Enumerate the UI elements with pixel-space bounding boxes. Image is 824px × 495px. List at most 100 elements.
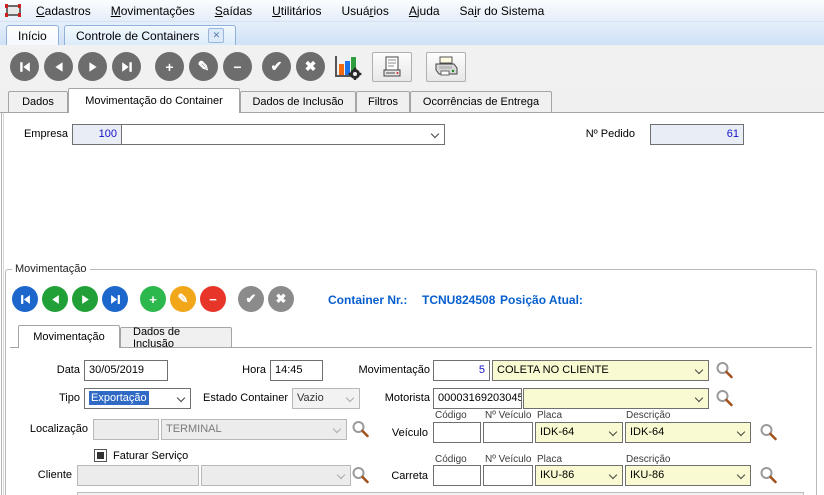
mov-cancel-button[interactable]: ✖ (268, 286, 294, 312)
menu-ajuda[interactable]: Ajuda (399, 2, 450, 20)
tipo-combobox[interactable]: Exportação (84, 388, 191, 409)
first-record-icon (20, 294, 31, 305)
minus-icon: − (209, 292, 217, 307)
menu-utilitarios[interactable]: Utilitários (262, 2, 331, 20)
menu-saidas[interactable]: Saídas (205, 2, 262, 20)
veiculo-search-icon[interactable] (758, 422, 778, 442)
chevron-down-icon[interactable] (695, 394, 703, 402)
cliente-code-field[interactable] (77, 465, 199, 486)
faturar-servico-checkbox[interactable] (94, 449, 107, 462)
close-icon[interactable]: ✕ (208, 28, 224, 43)
tab-inner-movimentacao[interactable]: Movimentação (18, 325, 120, 348)
pedido-field[interactable]: 61 (650, 124, 744, 145)
carreta-col-nveiculo-label: Nº Veículo (485, 454, 531, 465)
mov-delete-button[interactable]: − (200, 286, 226, 312)
tab-dados[interactable]: Dados (8, 91, 68, 112)
chevron-down-icon[interactable] (737, 471, 745, 479)
movimentacao-code-field[interactable]: 5 (433, 360, 490, 381)
groupbox-title: Movimentação (12, 263, 90, 275)
movimentacao-search-icon[interactable] (714, 360, 734, 380)
delete-button[interactable]: − (223, 52, 252, 81)
veiculo-codigo-field[interactable] (433, 422, 481, 443)
mov-next-button[interactable] (72, 286, 98, 312)
last-record-icon (110, 294, 121, 305)
posicao-atual-label: Posição Atual: (500, 293, 583, 307)
tab-dados-de-inclusao[interactable]: Dados de Inclusão (240, 91, 356, 112)
chevron-down-icon[interactable] (695, 366, 703, 374)
bar-chart-gear-icon (332, 54, 362, 80)
carreta-label: Carreta (358, 466, 428, 486)
carreta-descricao-combobox[interactable]: IKU-86 (625, 465, 751, 486)
carreta-nveiculo-field[interactable] (483, 465, 533, 486)
data-label: Data (26, 360, 80, 380)
cliente-combobox[interactable] (201, 465, 351, 486)
veiculo-placa-combobox[interactable]: IDK-64 (535, 422, 623, 443)
motorista-label: Motorista (346, 388, 430, 408)
hora-label: Hora (206, 360, 266, 380)
chevron-down-icon[interactable] (737, 428, 745, 436)
menu-movimentacoes[interactable]: Movimentações (101, 2, 205, 20)
veiculo-col-codigo-label: Código (435, 410, 467, 421)
tab-movimentacao-do-container[interactable]: Movimentação do Container (68, 88, 240, 113)
chart-button[interactable] (328, 53, 366, 81)
next-record-button[interactable] (78, 52, 107, 81)
motorista-combobox[interactable] (523, 388, 709, 409)
localizacao-combobox[interactable]: TERMINAL (161, 419, 347, 440)
chevron-down-icon[interactable] (431, 130, 439, 138)
mov-first-button[interactable] (12, 286, 38, 312)
mov-add-button[interactable]: + (140, 286, 166, 312)
chevron-down-icon[interactable] (609, 428, 617, 436)
carreta-col-descricao-label: Descrição (626, 454, 670, 465)
print-preview-button[interactable] (372, 52, 412, 82)
hora-field[interactable]: 14:45 (270, 360, 323, 381)
menu-sair-do-sistema[interactable]: Sair do Sistema (450, 2, 555, 20)
tab-inicio[interactable]: Início (6, 25, 59, 45)
main-tabs: Dados Movimentação do Container Dados de… (2, 88, 824, 112)
first-record-button[interactable] (10, 52, 39, 81)
add-button[interactable]: + (155, 52, 184, 81)
pencil-icon: ✎ (178, 291, 189, 307)
menu-cadastros[interactable]: Cadastros (26, 2, 101, 20)
prev-record-icon (53, 61, 65, 73)
motorista-search-icon[interactable] (714, 388, 734, 408)
x-icon: ✖ (276, 291, 287, 307)
container-movement-panel: Empresa 100 Nº Pedido 61 Movimentação + … (0, 112, 824, 495)
tab-ocorrencias-de-entrega[interactable]: Ocorrências de Entrega (410, 91, 552, 112)
movimentacao-groupbox: Movimentação + ✎ − ✔ ✖ Container Nr.: TC… (5, 263, 817, 495)
movimentacao-combobox[interactable]: COLETA NO CLIENTE (492, 360, 709, 381)
carreta-col-placa-label: Placa (537, 454, 562, 465)
carreta-placa-combobox[interactable]: IKU-86 (535, 465, 623, 486)
veiculo-descricao-combobox[interactable]: IDK-64 (625, 422, 751, 443)
estado-container-label: Estado Container (195, 388, 288, 408)
empresa-code-field[interactable]: 100 (72, 124, 122, 145)
tab-filtros[interactable]: Filtros (356, 91, 410, 112)
data-field[interactable]: 30/05/2019 (84, 360, 168, 381)
chevron-down-icon (337, 471, 345, 479)
edit-button[interactable]: ✎ (189, 52, 218, 81)
confirm-button[interactable]: ✔ (262, 52, 291, 81)
mov-prev-button[interactable] (42, 286, 68, 312)
menu-usuarios[interactable]: Usuários (331, 2, 398, 20)
mov-edit-button[interactable]: ✎ (170, 286, 196, 312)
motorista-code-field[interactable]: 00003169203045 (433, 388, 522, 409)
last-record-icon (121, 61, 133, 73)
checkbox-fill (97, 452, 104, 459)
prev-record-button[interactable] (44, 52, 73, 81)
carreta-search-icon[interactable] (758, 465, 778, 485)
empresa-combobox[interactable] (121, 124, 445, 145)
mov-last-button[interactable] (102, 286, 128, 312)
chevron-down-icon[interactable] (609, 471, 617, 479)
print-preview-icon (381, 56, 403, 78)
chevron-down-icon[interactable] (177, 394, 185, 402)
print-button[interactable] (426, 52, 466, 82)
last-record-button[interactable] (112, 52, 141, 81)
cancel-button[interactable]: ✖ (296, 52, 325, 81)
carreta-codigo-field[interactable] (433, 465, 481, 486)
tab-controle-de-containers[interactable]: Controle de Containers ✕ (64, 25, 236, 45)
mov-confirm-button[interactable]: ✔ (238, 286, 264, 312)
tab-inner-dados-de-inclusao[interactable]: Dados de Inclusão (120, 327, 232, 347)
minus-icon: − (233, 59, 241, 75)
localizacao-code-field[interactable] (93, 419, 159, 440)
veiculo-nveiculo-field[interactable] (483, 422, 533, 443)
faturar-servico-label: Faturar Serviço (113, 446, 188, 466)
